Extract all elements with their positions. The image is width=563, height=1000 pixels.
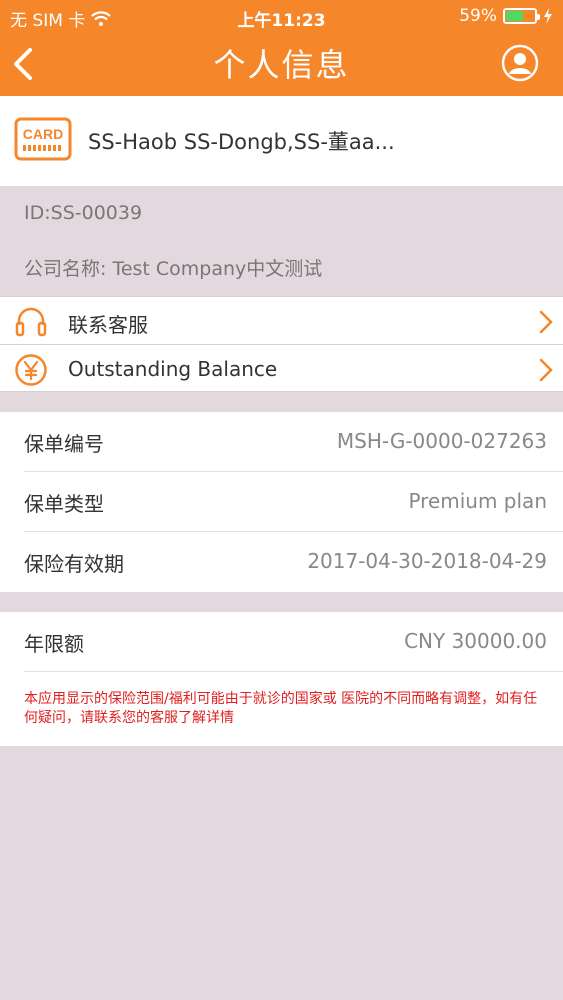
coverage-disclaimer: 本应用显示的保险范围/福利可能由于就诊的国家或 医院的不同而略有调整，如有任何疑… [24, 691, 538, 726]
policy-number-value: MSH-G-0000-027263 [336, 429, 547, 453]
member-info: ID:SS-00039 公司名称: Test Company中文测试 [0, 186, 563, 296]
annual-limit-value: CNY 30000.00 [404, 629, 547, 653]
contact-service-label: 联系客服 [68, 313, 148, 337]
app-header: 无 SIM 卡 上午11:23 59% 个人信息 [0, 0, 563, 96]
policy-number-label: 保单编号 [24, 432, 104, 456]
company-line: 公司名称: Test Company中文测试 [24, 254, 322, 281]
battery-percent: 59% [459, 6, 497, 26]
card-icon: CARD [14, 117, 72, 161]
battery-group: 59% [459, 6, 553, 26]
policy-period-label: 保险有效期 [24, 552, 124, 576]
member-names: SS-Haob SS-Dongb,SS-董aa... [88, 130, 395, 154]
policy-period-row: 保险有效期 2017-04-30-2018-04-29 [0, 532, 563, 592]
divider [24, 671, 563, 672]
charging-icon [544, 8, 552, 24]
yen-icon [15, 354, 47, 386]
page-title: 个人信息 [213, 46, 350, 84]
policy-number-row: 保单编号 MSH-G-0000-027263 [0, 412, 563, 472]
member-id: ID:SS-00039 [24, 202, 143, 224]
policy-type-label: 保单类型 [24, 492, 104, 516]
profile-button[interactable] [501, 44, 539, 82]
headset-icon [15, 307, 47, 337]
outstanding-balance-label: Outstanding Balance [68, 357, 278, 381]
outstanding-balance-row[interactable]: Outstanding Balance [0, 344, 563, 392]
battery-fill [506, 11, 523, 21]
annual-limit-section: 年限额 CNY 30000.00 本应用显示的保险范围/福利可能由于就诊的国家或… [0, 612, 563, 746]
policy-type-row: 保单类型 Premium plan [0, 472, 563, 532]
company-label: 公司名称: [24, 258, 107, 280]
status-bar: 无 SIM 卡 上午11:23 59% [0, 0, 563, 34]
company-name: Test Company中文测试 [112, 258, 323, 280]
policy-type-value: Premium plan [408, 489, 547, 513]
battery-icon [503, 8, 540, 24]
chevron-right-icon [539, 358, 553, 382]
policy-details: 保单编号 MSH-G-0000-027263 保单类型 Premium plan… [0, 412, 563, 592]
chevron-right-icon [539, 310, 553, 334]
annual-limit-row: 年限额 CNY 30000.00 [0, 612, 563, 672]
policy-period-value: 2017-04-30-2018-04-29 [307, 549, 547, 573]
card-icon-label: CARD [23, 126, 63, 142]
member-card-row: CARD SS-Haob SS-Dongb,SS-董aa... [0, 96, 563, 186]
annual-limit-label: 年限额 [24, 632, 84, 656]
contact-service-row[interactable]: 联系客服 [0, 296, 563, 344]
user-circle-icon [501, 44, 539, 82]
